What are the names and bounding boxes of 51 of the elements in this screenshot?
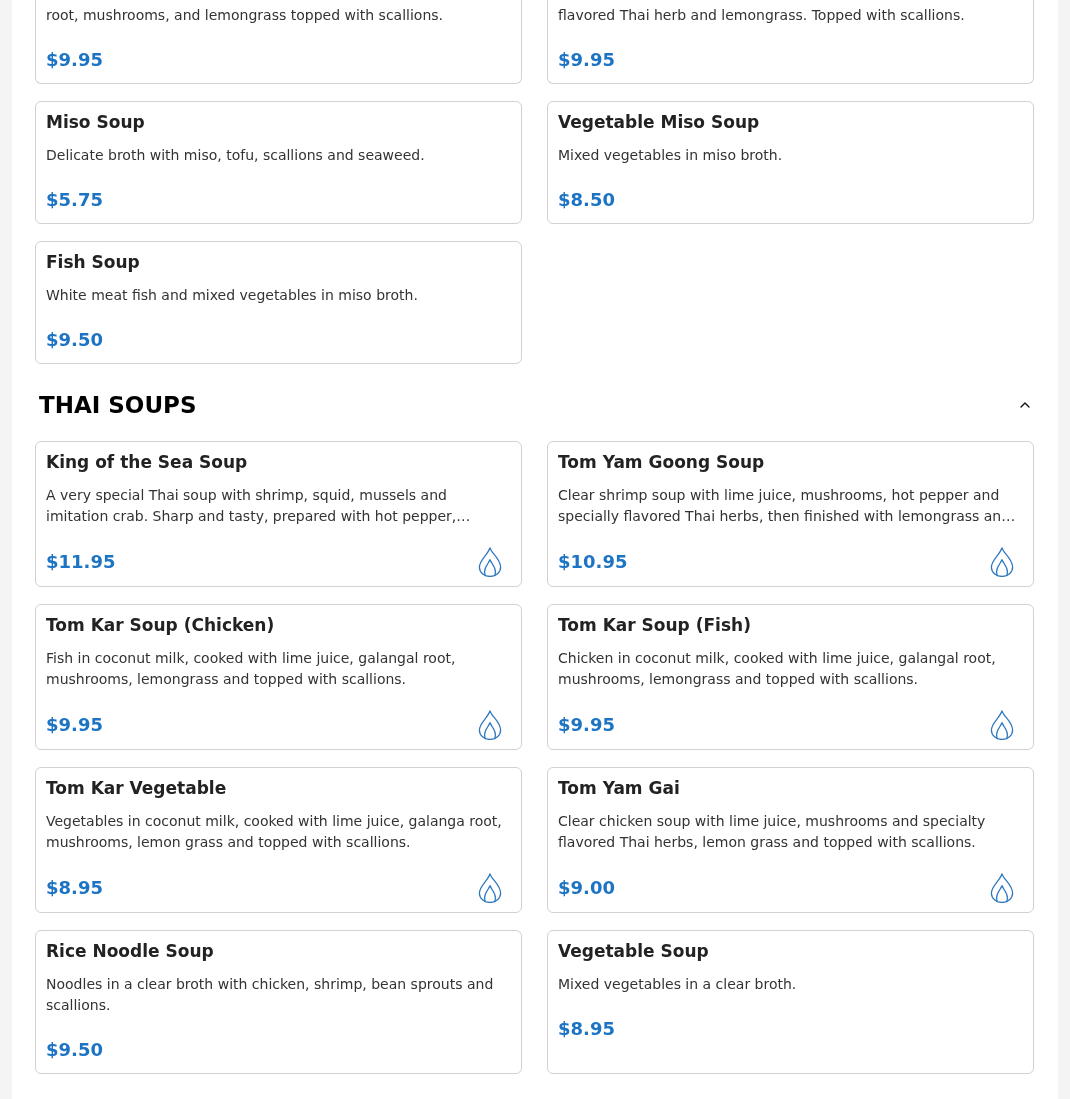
item-description: White meat fish and mixed vegetables in miso broth. bbox=[46, 286, 419, 305]
menu-item-card[interactable]: Tom Kar Soup (Chicken) Fish in coconut milk, cooked with lime juice, galangal root, mushrooms, lemongrass and topped with scallions. $9.95 bbox=[35, 604, 522, 750]
item-price: $9.95 bbox=[558, 713, 615, 737]
item-price: $9.95 bbox=[558, 48, 615, 72]
item-title: King of the Sea Soup bbox=[46, 451, 249, 473]
item-description: root, mushrooms, and lemongrass topped with scallions. bbox=[46, 6, 445, 25]
item-price: $9.95 bbox=[46, 48, 103, 72]
menu-item-card[interactable]: root, mushrooms, and lemongrass topped with scallions. $9.95 bbox=[35, 0, 522, 84]
menu-item-card[interactable]: Tom Kar Soup (Fish) Chicken in coconut milk, cooked with lime juice, galangal root, mushrooms, lemongrass and topped with scallions. $9.95 bbox=[547, 604, 1034, 750]
item-description: Mixed vegetables in miso broth. bbox=[558, 146, 784, 165]
item-title: Vegetable Miso Soup bbox=[558, 111, 761, 133]
section-heading: THAI SOUPS bbox=[39, 391, 197, 419]
item-price: $5.75 bbox=[46, 188, 103, 212]
menu-item-card[interactable]: King of the Sea Soup A very special Thai soup with shrimp, squid, mussels and imitation crab. Sharp and tasty, prepared with hot pepper,… $11.95 bbox=[35, 441, 522, 587]
item-price: $9.00 bbox=[558, 876, 615, 900]
menu-item-card[interactable]: Miso Soup Delicate broth with miso, tofu, scallions and seaweed. $5.75 bbox=[35, 101, 522, 224]
item-description: Delicate broth with miso, tofu, scallions and seaweed. bbox=[46, 146, 426, 165]
menu-item-card[interactable]: Rice Noodle Soup Noodles in a clear broth with chicken, shrimp, bean sprouts and scallions. $9.50 bbox=[35, 930, 522, 1074]
item-price: $10.95 bbox=[558, 550, 628, 574]
item-price: $11.95 bbox=[46, 550, 116, 574]
item-description: Noodles in a clear broth with chicken, shrimp, bean sprouts and scallions. bbox=[46, 975, 495, 1015]
item-title: Miso Soup bbox=[46, 111, 146, 133]
item-title: Tom Yam Gai bbox=[558, 777, 681, 799]
item-price: $8.50 bbox=[558, 188, 615, 212]
item-description: A very special Thai soup with shrimp, squid, mussels and imitation crab. Sharp and tasty, prepared with hot pepper,… bbox=[46, 486, 472, 526]
item-price: $8.95 bbox=[46, 876, 103, 900]
item-title: Vegetable Soup bbox=[558, 940, 710, 962]
item-title: Rice Noodle Soup bbox=[46, 940, 215, 962]
item-title: Tom Kar Soup (Chicken) bbox=[46, 614, 276, 636]
item-price: $9.50 bbox=[46, 1038, 103, 1062]
menu-item-card[interactable]: Tom Kar Vegetable Vegetables in coconut milk, cooked with lime juice, galanga root, mushrooms, lemon grass and topped with scallions. $8.95 bbox=[35, 767, 522, 913]
menu-item-card[interactable]: Vegetable Miso Soup Mixed vegetables in miso broth. $8.50 bbox=[547, 101, 1034, 224]
menu-item-card[interactable]: Vegetable Soup Mixed vegetables in a clear broth. $8.95 bbox=[547, 930, 1034, 1074]
item-price: $8.95 bbox=[558, 1017, 615, 1041]
item-description: Clear chicken soup with lime juice, mushrooms and specialty flavored Thai herbs, lemon grass and topped with scallions. bbox=[558, 812, 987, 852]
item-description: flavored Thai herb and lemongrass. Topped with scallions. bbox=[558, 6, 966, 25]
menu-item-card[interactable]: Tom Yam Gai Clear chicken soup with lime juice, mushrooms and specialty flavored Thai herbs, lemon grass and topped with scallions. $9.00 bbox=[547, 767, 1034, 913]
menu-item-card[interactable]: Tom Yam Goong Soup Clear shrimp soup with lime juice, mushrooms, hot pepper and specially flavored Thai herbs, then finished with lemongrass an… $10.95 bbox=[547, 441, 1034, 587]
item-price: $9.95 bbox=[46, 713, 103, 737]
item-description: Chicken in coconut milk, cooked with lime juice, galangal root, mushrooms, lemongrass and topped with scallions. bbox=[558, 649, 997, 689]
menu-item-card[interactable]: Fish Soup White meat fish and mixed vegetables in miso broth. $9.50 bbox=[35, 241, 522, 364]
item-title: Tom Yam Goong Soup bbox=[558, 451, 766, 473]
item-title: Fish Soup bbox=[46, 251, 141, 273]
item-description: Clear shrimp soup with lime juice, mushrooms, hot pepper and specially flavored Thai herbs, then finished with lemongrass an… bbox=[558, 486, 1017, 526]
item-price: $9.50 bbox=[46, 328, 103, 352]
item-description: Vegetables in coconut milk, cooked with lime juice, galanga root, mushrooms, lemon grass and topped with scallions. bbox=[46, 812, 503, 852]
item-title: Tom Kar Soup (Fish) bbox=[558, 614, 752, 636]
item-title: Tom Kar Vegetable bbox=[46, 777, 228, 799]
item-description: Fish in coconut milk, cooked with lime juice, galangal root, mushrooms, lemongrass and topped with scallions. bbox=[46, 649, 457, 689]
menu-item-card[interactable]: flavored Thai herb and lemongrass. Topped with scallions. $9.95 bbox=[547, 0, 1034, 84]
item-description: Mixed vegetables in a clear broth. bbox=[558, 975, 798, 994]
